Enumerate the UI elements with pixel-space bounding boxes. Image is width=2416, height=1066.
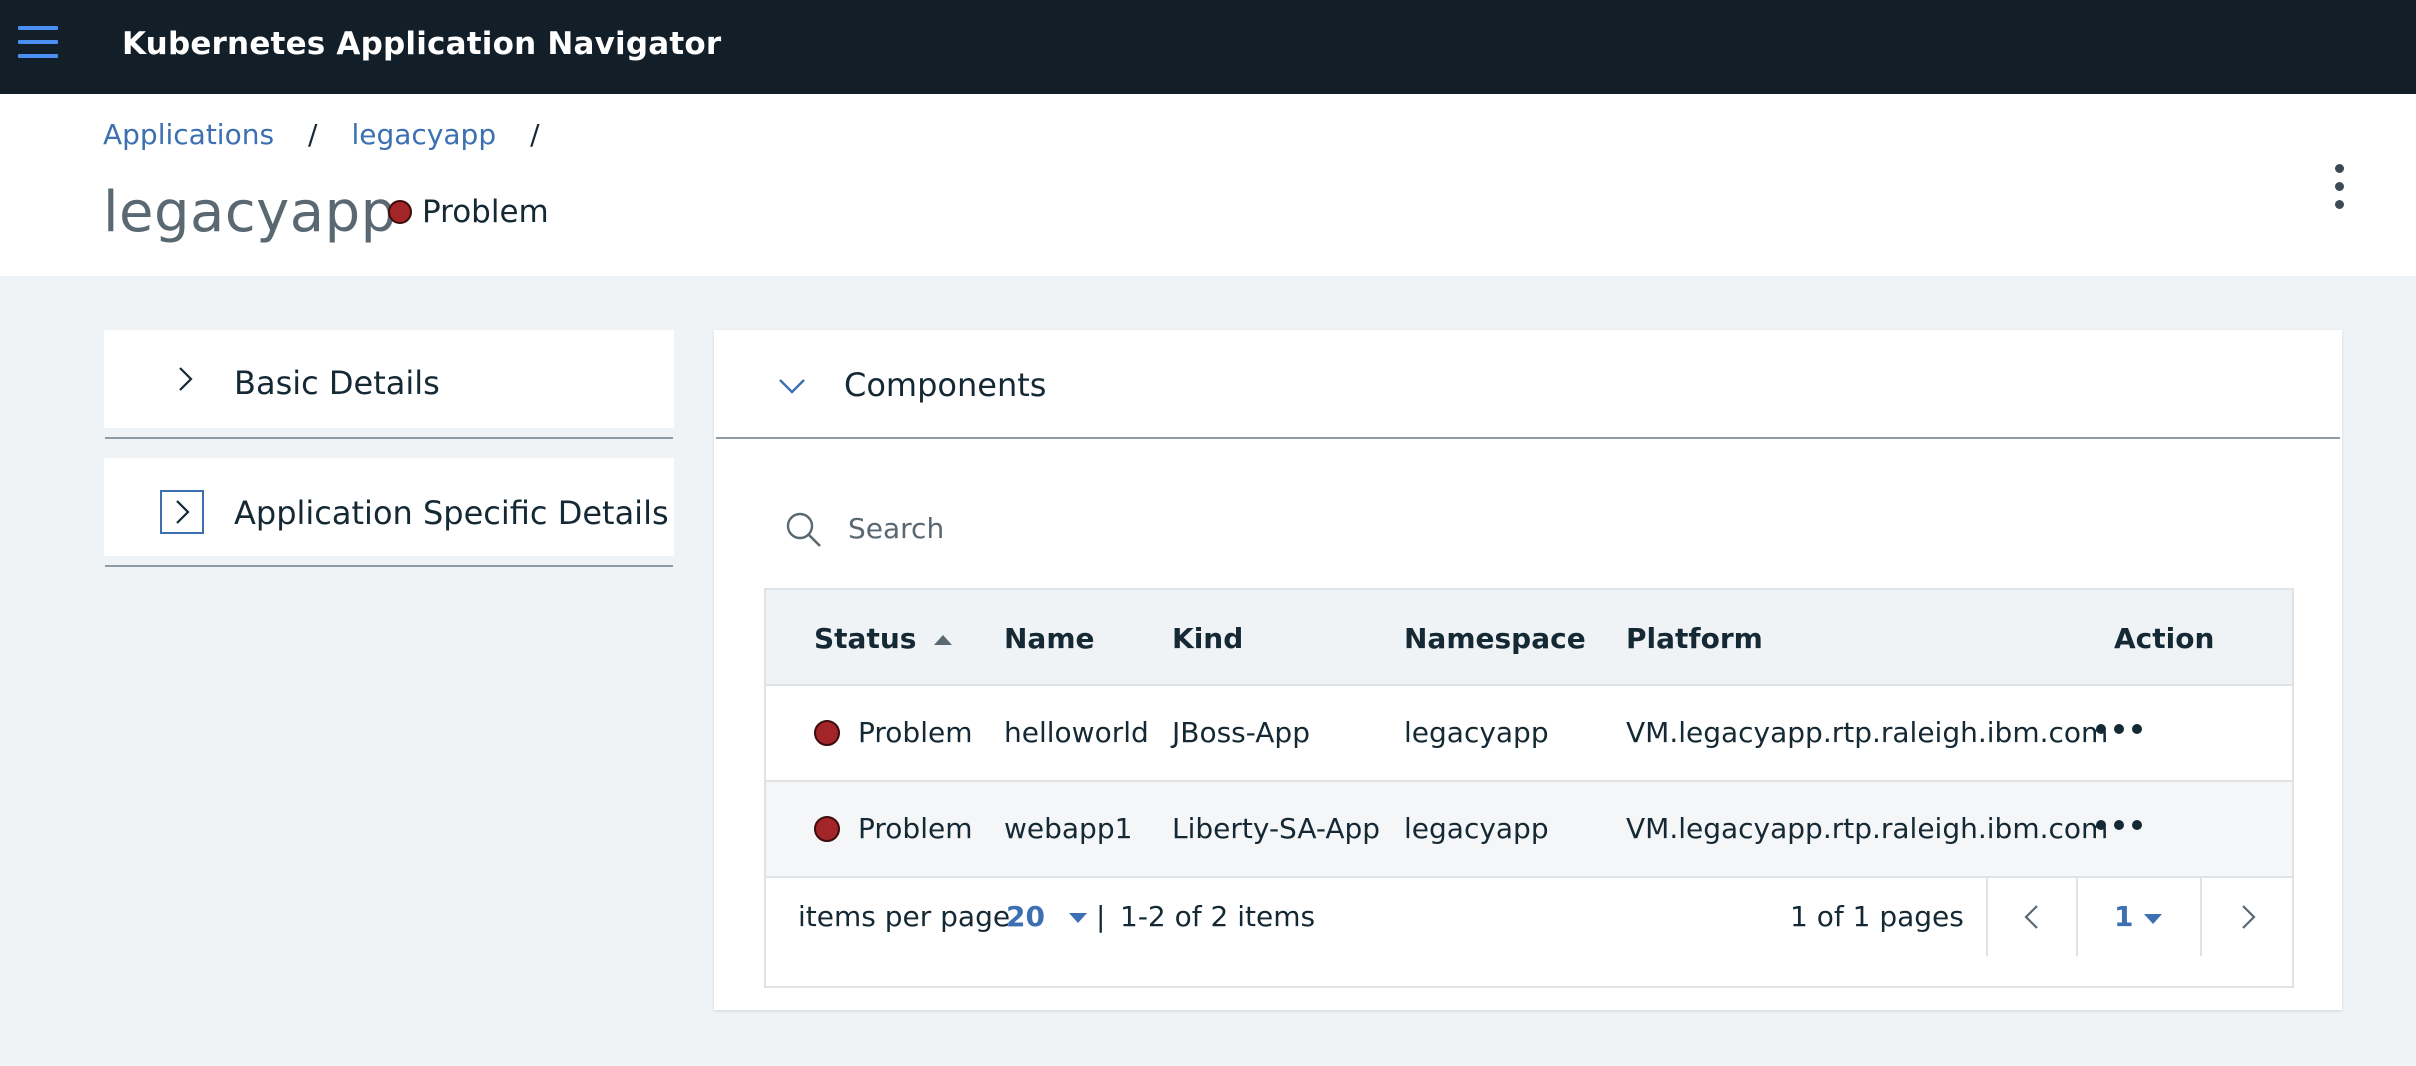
table-header: Status Name Kind Namespace Platform Acti… [766,590,2292,686]
divider [105,565,673,567]
platform-cell: VM.legacyapp.rtp.raleigh.ibm.com [1626,716,2109,749]
table-row[interactable]: Problem helloworld JBoss-App legacyapp V… [766,686,2292,782]
status-badge: Problem [388,194,549,230]
row-actions-menu-icon[interactable] [2096,724,2142,734]
item-range-text: 1-2 of 2 items [1120,900,1316,933]
page-title: legacyapp [103,180,397,245]
caret-down-icon [2144,914,2162,924]
pagination-divider: | [1096,900,1106,933]
page-header: Applications / legacyapp / legacyapp Pro… [0,94,2416,276]
breadcrumb-separator: / [308,118,318,151]
name-cell: helloworld [1004,716,1149,749]
accordion-label: Basic Details [234,364,440,402]
breadcrumb-legacyapp-link[interactable]: legacyapp [351,118,496,151]
row-actions-menu-icon[interactable] [2096,820,2142,830]
chevron-left-icon [2024,905,2038,929]
platform-cell: VM.legacyapp.rtp.raleigh.ibm.com [1626,812,2109,845]
divider [105,437,673,439]
accordion-application-specific-details[interactable]: Application Specific Details [104,458,674,556]
chevron-right-icon [160,490,204,534]
page-count-text: 1 of 1 pages [1790,900,1964,933]
sort-ascending-icon [934,635,953,645]
name-cell: webapp1 [1004,812,1133,845]
search-placeholder: Search [848,512,945,545]
status-text: Problem [422,194,549,230]
page-select[interactable]: 1 [2076,878,2200,956]
overflow-menu-icon[interactable] [2330,164,2350,210]
status-cell: Problem [858,716,973,749]
chevron-down-icon[interactable] [774,374,810,398]
namespace-cell: legacyapp [1404,716,1549,749]
items-per-page-label: items per page [798,900,1011,933]
pagination-bar: items per page 20 | 1-2 of 2 items 1 of … [766,878,2292,956]
column-header-kind[interactable]: Kind [1172,622,1243,655]
breadcrumb-applications-link[interactable]: Applications [103,118,274,151]
kind-cell: Liberty-SA-App [1172,812,1381,845]
namespace-cell: legacyapp [1404,812,1549,845]
items-per-page-select[interactable]: 20 [1006,900,1087,933]
problem-status-icon [388,200,412,224]
column-header-action: Action [2114,622,2215,655]
status-cell: Problem [858,812,973,845]
search-input[interactable]: Search [764,500,1564,560]
next-page-button[interactable] [2200,878,2292,956]
components-table: Status Name Kind Namespace Platform Acti… [764,588,2294,988]
components-panel: Components Search Status Name Kind Names… [714,330,2342,1010]
breadcrumb-separator: / [530,118,540,151]
column-header-namespace[interactable]: Namespace [1404,622,1586,655]
chevron-right-icon [2242,905,2256,929]
chevron-right-icon [179,367,193,391]
accordion-basic-details[interactable]: Basic Details [104,330,674,428]
kind-cell: JBoss-App [1172,716,1310,749]
current-page: 1 [2114,900,2134,933]
top-navigation-bar: Kubernetes Application Navigator [0,0,2416,94]
divider [716,437,2340,439]
breadcrumb: Applications / legacyapp / [103,118,574,151]
search-icon [786,512,821,547]
hamburger-menu-icon[interactable] [18,26,58,58]
app-title: Kubernetes Application Navigator [122,26,722,62]
column-header-status[interactable]: Status [814,622,954,655]
column-header-name[interactable]: Name [1004,622,1095,655]
components-title[interactable]: Components [844,366,1046,404]
problem-status-icon [814,720,840,746]
previous-page-button[interactable] [1986,878,2076,956]
column-header-platform[interactable]: Platform [1626,622,1763,655]
problem-status-icon [814,816,840,842]
table-row[interactable]: Problem webapp1 Liberty-SA-App legacyapp… [766,782,2292,878]
caret-down-icon [1068,913,1087,923]
accordion-label: Application Specific Details [234,494,669,532]
